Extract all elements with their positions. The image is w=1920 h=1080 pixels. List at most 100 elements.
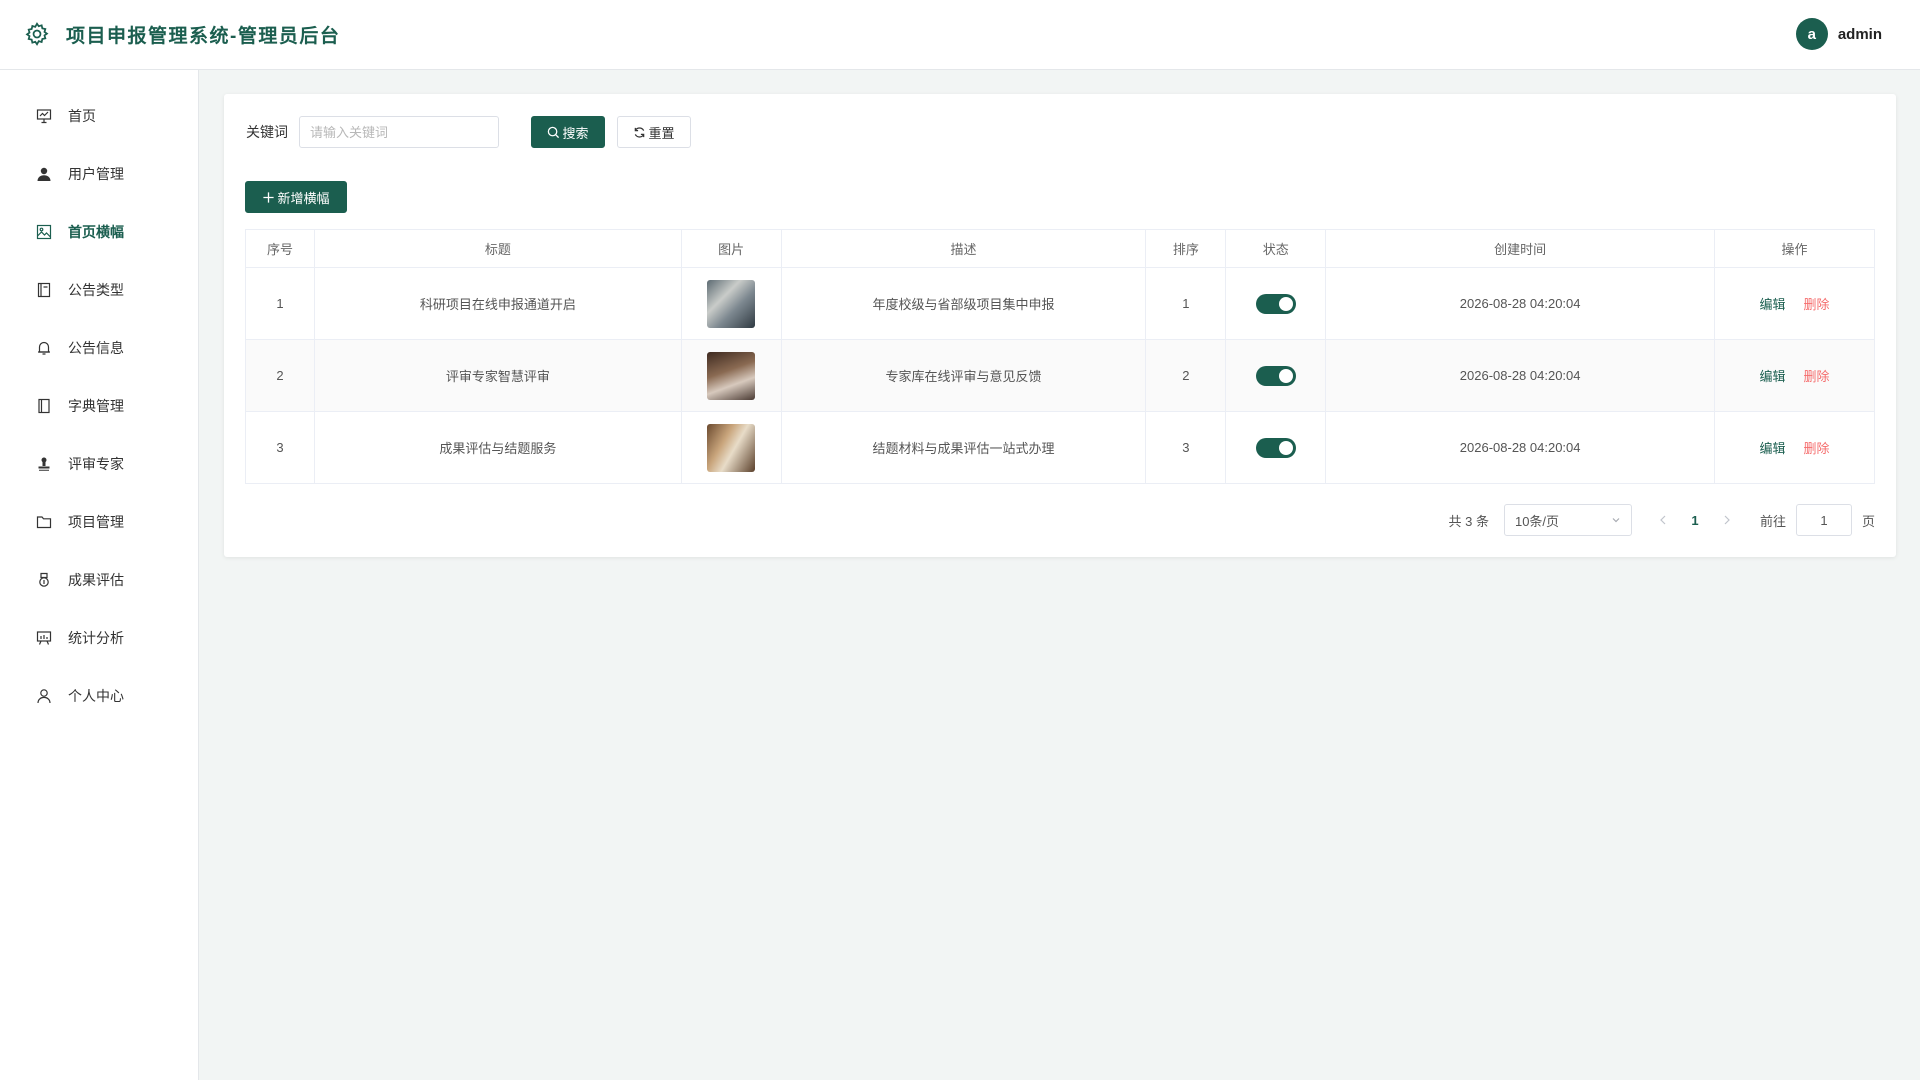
- username[interactable]: admin: [1838, 26, 1882, 43]
- toggle-knob: [1278, 296, 1293, 311]
- goto-suffix: 页: [1861, 513, 1875, 529]
- column-header[interactable]: 图片: [680, 229, 782, 268]
- book-icon: [35, 397, 53, 415]
- sidebar-item-label: 评审专家: [68, 456, 124, 472]
- table-header-row: 序号 标题 图片 描述 排序 状态 创建时间 操作: [245, 229, 1875, 268]
- toggle-knob: [1278, 440, 1293, 455]
- row-title: 成果评估与结题服务: [313, 411, 682, 484]
- sidebar-item-label: 首页横幅: [68, 224, 124, 240]
- column-header[interactable]: 标题: [313, 229, 682, 268]
- add-banner-label: 新增横幅: [277, 190, 330, 206]
- banner-table: 序号 标题 图片 描述 排序 状态 创建时间 操作 1 科研项目在线申报通道开启…: [245, 229, 1875, 484]
- search-label: 关键词: [246, 124, 288, 140]
- column-header[interactable]: 创建时间: [1325, 229, 1716, 268]
- pagination: 共 3 条 10条/页 1 前往 页: [1448, 504, 1875, 536]
- user-icon: [35, 687, 53, 705]
- banner-thumbnail[interactable]: [707, 279, 756, 328]
- app-title: 项目申报管理系统-管理员后台: [66, 26, 341, 47]
- delete-link[interactable]: 删除: [1804, 297, 1830, 312]
- sidebar-item-experts[interactable]: 评审专家: [0, 435, 198, 493]
- sidebar-item-label: 个人中心: [68, 688, 124, 704]
- presentation-chart-icon: [35, 107, 53, 125]
- column-header[interactable]: 操作: [1714, 229, 1875, 268]
- sidebar-item-projects[interactable]: 项目管理: [0, 493, 198, 551]
- status-toggle[interactable]: [1255, 293, 1296, 314]
- sidebar-item-label: 统计分析: [68, 630, 124, 646]
- page-number-current[interactable]: 1: [1684, 513, 1706, 528]
- table-row: 1 科研项目在线申报通道开启 年度校级与省部级项目集中申报 1 2026-08-…: [245, 267, 1875, 340]
- stamp-icon: [35, 455, 53, 473]
- sidebar-item-home[interactable]: 首页: [0, 87, 198, 145]
- row-index: 2: [245, 339, 315, 412]
- medal-icon: [35, 571, 53, 589]
- user-menu[interactable]: a admin: [1795, 18, 1882, 50]
- sidebar-item-dictionary[interactable]: 字典管理: [0, 377, 198, 435]
- row-created-time: 2026-08-28 04:20:04: [1325, 411, 1716, 484]
- table-row: 2 评审专家智慧评审 专家库在线评审与意见反馈 2 2026-08-28 04:…: [245, 339, 1875, 412]
- sidebar-item-notices[interactable]: 公告信息: [0, 319, 198, 377]
- row-description: 年度校级与省部级项目集中申报: [780, 267, 1147, 340]
- row-sort: 2: [1145, 339, 1227, 412]
- sidebar: 首页 用户管理 首页横幅 公告类型 公告信息 字典管理 评审专家 项目管理 成果…: [0, 70, 199, 1080]
- sidebar-item-evaluation[interactable]: 成果评估: [0, 551, 198, 609]
- sidebar-item-label: 公告类型: [68, 282, 124, 298]
- sidebar-item-users[interactable]: 用户管理: [0, 145, 198, 203]
- status-toggle[interactable]: [1255, 437, 1296, 458]
- edit-link[interactable]: 编辑: [1759, 297, 1785, 312]
- banner-thumbnail[interactable]: [707, 423, 756, 472]
- gear-icon: [24, 21, 52, 49]
- row-created-time: 2026-08-28 04:20:04: [1325, 339, 1716, 412]
- chevron-right-icon: [1724, 515, 1730, 524]
- column-header[interactable]: 排序: [1145, 229, 1227, 268]
- search-button[interactable]: 搜索: [531, 116, 605, 148]
- sidebar-item-label: 用户管理: [68, 166, 124, 182]
- column-header[interactable]: 描述: [780, 229, 1147, 268]
- total-count: 共 3 条: [1448, 513, 1489, 529]
- column-header[interactable]: 序号: [245, 229, 315, 268]
- search-input[interactable]: [299, 116, 499, 148]
- picture-icon: [35, 223, 53, 241]
- sidebar-item-profile[interactable]: 个人中心: [0, 667, 198, 725]
- edit-link[interactable]: 编辑: [1759, 369, 1785, 384]
- row-title: 科研项目在线申报通道开启: [313, 267, 682, 340]
- sidebar-item-label: 成果评估: [68, 572, 124, 588]
- sidebar-item-statistics[interactable]: 统计分析: [0, 609, 198, 667]
- sidebar-item-label: 首页: [68, 108, 96, 124]
- reset-button[interactable]: 重置: [617, 116, 691, 148]
- sidebar-item-label: 项目管理: [68, 514, 124, 530]
- row-description: 专家库在线评审与意见反馈: [780, 339, 1147, 412]
- column-header[interactable]: 状态: [1225, 229, 1327, 268]
- goto-page-input[interactable]: [1795, 504, 1852, 536]
- search-button-label: 搜索: [562, 125, 589, 141]
- data-board-icon: [35, 629, 53, 647]
- edit-link[interactable]: 编辑: [1759, 441, 1785, 456]
- reset-button-label: 重置: [648, 125, 675, 141]
- chevron-down-icon: [1612, 518, 1620, 523]
- status-toggle[interactable]: [1255, 365, 1296, 386]
- sidebar-item-banners[interactable]: 首页横幅: [0, 203, 198, 261]
- row-sort: 1: [1145, 267, 1227, 340]
- prev-page-button[interactable]: [1652, 513, 1674, 528]
- row-description: 结题材料与成果评估一站式办理: [780, 411, 1147, 484]
- row-created-time: 2026-08-28 04:20:04: [1325, 267, 1716, 340]
- banner-thumbnail[interactable]: [707, 351, 756, 400]
- goto-label: 前往: [1759, 513, 1786, 529]
- delete-link[interactable]: 删除: [1804, 441, 1830, 456]
- add-banner-button[interactable]: 新增横幅: [245, 181, 347, 213]
- bell-icon: [35, 339, 53, 357]
- row-sort: 3: [1145, 411, 1227, 484]
- page-size-select[interactable]: 10条/页: [1503, 504, 1632, 536]
- next-page-button[interactable]: [1716, 513, 1738, 528]
- row-index: 3: [245, 411, 315, 484]
- delete-link[interactable]: 删除: [1804, 369, 1830, 384]
- sidebar-item-label: 字典管理: [68, 398, 124, 414]
- sidebar-menu: 首页 用户管理 首页横幅 公告类型 公告信息 字典管理 评审专家 项目管理 成果…: [0, 70, 198, 725]
- row-title: 评审专家智慧评审: [313, 339, 682, 412]
- toggle-knob: [1278, 368, 1293, 383]
- brand: 项目申报管理系统-管理员后台: [24, 21, 340, 49]
- top-header: 项目申报管理系统-管理员后台 a admin: [0, 0, 1920, 70]
- plus-icon: [263, 191, 275, 203]
- folder-icon: [35, 513, 53, 531]
- sidebar-item-notice-types[interactable]: 公告类型: [0, 261, 198, 319]
- avatar[interactable]: a: [1795, 18, 1828, 50]
